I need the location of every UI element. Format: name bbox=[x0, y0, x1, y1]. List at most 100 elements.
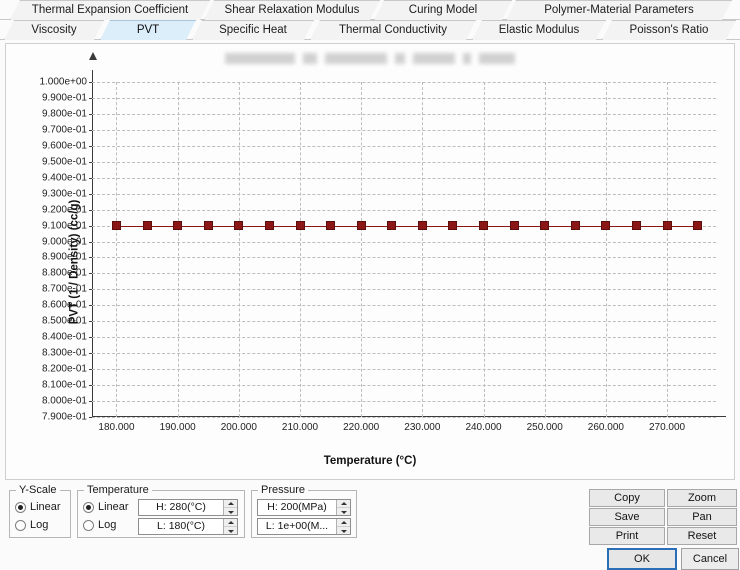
data-point-marker bbox=[448, 221, 458, 231]
pan-button[interactable]: Pan bbox=[667, 508, 737, 526]
y-axis-tick-label: 9.800e-01 bbox=[41, 108, 87, 120]
temperature-low-value[interactable]: L: 180(°C) bbox=[139, 519, 223, 534]
y-scale-linear-radio[interactable]: Linear bbox=[15, 501, 61, 513]
gridline-vertical bbox=[116, 82, 118, 417]
pressure-high-value[interactable]: H: 200(MPa) bbox=[258, 500, 336, 515]
tab-label: Thermal Conductivity bbox=[338, 24, 447, 36]
stepper-down-icon[interactable] bbox=[224, 526, 237, 534]
y-axis-tick-label: 9.300e-01 bbox=[41, 188, 87, 200]
gridline-horizontal bbox=[92, 385, 716, 387]
temperature-high-spinbox[interactable]: H: 280(°C) bbox=[138, 499, 238, 516]
tab-pvt[interactable]: PVT bbox=[100, 20, 196, 40]
data-point-marker bbox=[387, 221, 397, 231]
pressure-group: Pressure H: 200(MPa) L: 1e+00(M... bbox=[251, 484, 357, 538]
gridline-vertical bbox=[177, 82, 179, 417]
temperature-linear-radio[interactable]: Linear bbox=[83, 501, 129, 513]
y-axis-arrow-icon bbox=[89, 52, 97, 60]
data-point-marker bbox=[234, 221, 244, 231]
stepper-up-icon[interactable] bbox=[337, 519, 350, 526]
stepper-down-icon[interactable] bbox=[337, 526, 350, 534]
temperature-low-stepper[interactable] bbox=[223, 519, 237, 534]
gridline-horizontal bbox=[92, 369, 716, 371]
redacted-title-block bbox=[395, 52, 405, 64]
copy-button[interactable]: Copy bbox=[589, 489, 665, 507]
redacted-title-block bbox=[325, 52, 387, 64]
plot-area[interactable]: 1.000e+00 9.900e-01 9.800e-01 9.700e-01 9.60… bbox=[39, 52, 726, 433]
ok-button[interactable]: OK bbox=[607, 548, 677, 570]
pressure-high-stepper[interactable] bbox=[336, 500, 350, 515]
y-axis-tick-label: 8.200e-01 bbox=[41, 363, 87, 375]
temperature-log-radio[interactable]: Log bbox=[83, 519, 116, 531]
zoom-button[interactable]: Zoom bbox=[667, 489, 737, 507]
pressure-low-value[interactable]: L: 1e+00(M... bbox=[258, 519, 336, 534]
tab-curing-model[interactable]: Curing Model bbox=[374, 0, 512, 20]
data-point-marker bbox=[540, 221, 550, 231]
data-point-marker bbox=[662, 221, 672, 231]
tab-label: Specific Heat bbox=[219, 24, 287, 36]
cancel-button[interactable]: Cancel bbox=[681, 548, 739, 570]
tab-label: Polymer-Material Parameters bbox=[544, 4, 694, 16]
data-point-marker bbox=[509, 221, 519, 231]
controls-panel: Y-Scale Linear Log Temperature Linear Lo… bbox=[5, 482, 739, 570]
y-axis-tick-mark bbox=[89, 385, 92, 387]
y-axis bbox=[89, 52, 97, 417]
tab-thermal-conductivity[interactable]: Thermal Conductivity bbox=[310, 20, 476, 40]
data-point-marker bbox=[570, 221, 580, 231]
y-axis-tick-label: 8.900e-01 bbox=[41, 251, 87, 263]
save-button[interactable]: Save bbox=[589, 508, 665, 526]
tab-specific-heat[interactable]: Specific Heat bbox=[192, 20, 314, 40]
temperature-low-spinbox[interactable]: L: 180(°C) bbox=[138, 518, 238, 535]
x-axis-tick-label: 190.000 bbox=[159, 422, 196, 433]
tab-shear-relaxation-modulus[interactable]: Shear Relaxation Modulus bbox=[204, 0, 380, 20]
x-axis-tick-label: 240.000 bbox=[465, 422, 502, 433]
gridline-horizontal bbox=[92, 401, 716, 403]
stepper-down-icon[interactable] bbox=[337, 507, 350, 515]
y-axis-tick-mark bbox=[89, 225, 92, 227]
data-point-marker bbox=[326, 221, 336, 231]
tab-polymer-material-parameters[interactable]: Polymer-Material Parameters bbox=[506, 0, 732, 20]
tab-poisson-s-ratio[interactable]: Poisson's Ratio bbox=[602, 20, 736, 40]
pressure-low-stepper[interactable] bbox=[336, 519, 350, 534]
y-axis-tick-mark bbox=[89, 417, 92, 418]
y-axis-tick-label: 8.100e-01 bbox=[41, 379, 87, 391]
y-axis-tick-mark bbox=[89, 193, 92, 195]
stepper-up-icon[interactable] bbox=[337, 500, 350, 507]
tab-row-upper: Thermal Expansion Coefficient Shear Relax… bbox=[0, 0, 740, 20]
reset-button[interactable]: Reset bbox=[667, 527, 737, 545]
y-axis-tick-label: 8.500e-01 bbox=[41, 315, 87, 327]
data-point-marker bbox=[264, 221, 274, 231]
tab-thermal-expansion-coefficient[interactable]: Thermal Expansion Coefficient bbox=[10, 0, 210, 20]
stepper-down-icon[interactable] bbox=[224, 507, 237, 515]
tab-elastic-modulus[interactable]: Elastic Modulus bbox=[472, 20, 606, 40]
tab-label: Thermal Expansion Coefficient bbox=[31, 4, 189, 16]
y-axis-tick-mark bbox=[89, 241, 92, 243]
gridline-horizontal bbox=[92, 321, 716, 323]
temperature-log-label: Log bbox=[98, 519, 117, 531]
data-point-marker bbox=[142, 221, 152, 231]
y-scale-log-radio[interactable]: Log bbox=[15, 519, 48, 531]
y-axis-tick-mark bbox=[89, 273, 92, 275]
y-axis-tick-label: 9.700e-01 bbox=[41, 124, 87, 136]
x-axis-tick-label: 230.000 bbox=[404, 422, 441, 433]
temperature-high-value[interactable]: H: 280(°C) bbox=[139, 500, 223, 515]
gridline-vertical bbox=[667, 82, 669, 417]
y-axis-tick-label: 9.900e-01 bbox=[41, 92, 87, 104]
y-axis-tick-mark bbox=[89, 401, 92, 403]
redacted-title-block bbox=[463, 52, 471, 64]
pressure-high-spinbox[interactable]: H: 200(MPa) bbox=[257, 499, 351, 516]
stepper-up-icon[interactable] bbox=[224, 519, 237, 526]
pressure-low-spinbox[interactable]: L: 1e+00(M... bbox=[257, 518, 351, 535]
y-axis-tick-label: 1.000e+00 bbox=[39, 76, 87, 88]
tab-label: Viscosity bbox=[31, 24, 77, 36]
print-button[interactable]: Print bbox=[589, 527, 665, 545]
gridline-horizontal bbox=[92, 273, 716, 275]
y-axis-tick-mark bbox=[89, 161, 92, 163]
radio-indicator-icon bbox=[15, 519, 26, 531]
y-axis-tick-label: 9.500e-01 bbox=[41, 156, 87, 168]
gridline-horizontal bbox=[92, 337, 716, 339]
x-axis-tick-label: 250.000 bbox=[526, 422, 563, 433]
temperature-high-stepper[interactable] bbox=[223, 500, 237, 515]
stepper-up-icon[interactable] bbox=[224, 500, 237, 507]
y-scale-group: Y-Scale Linear Log bbox=[9, 484, 71, 538]
tab-viscosity[interactable]: Viscosity bbox=[4, 20, 104, 40]
